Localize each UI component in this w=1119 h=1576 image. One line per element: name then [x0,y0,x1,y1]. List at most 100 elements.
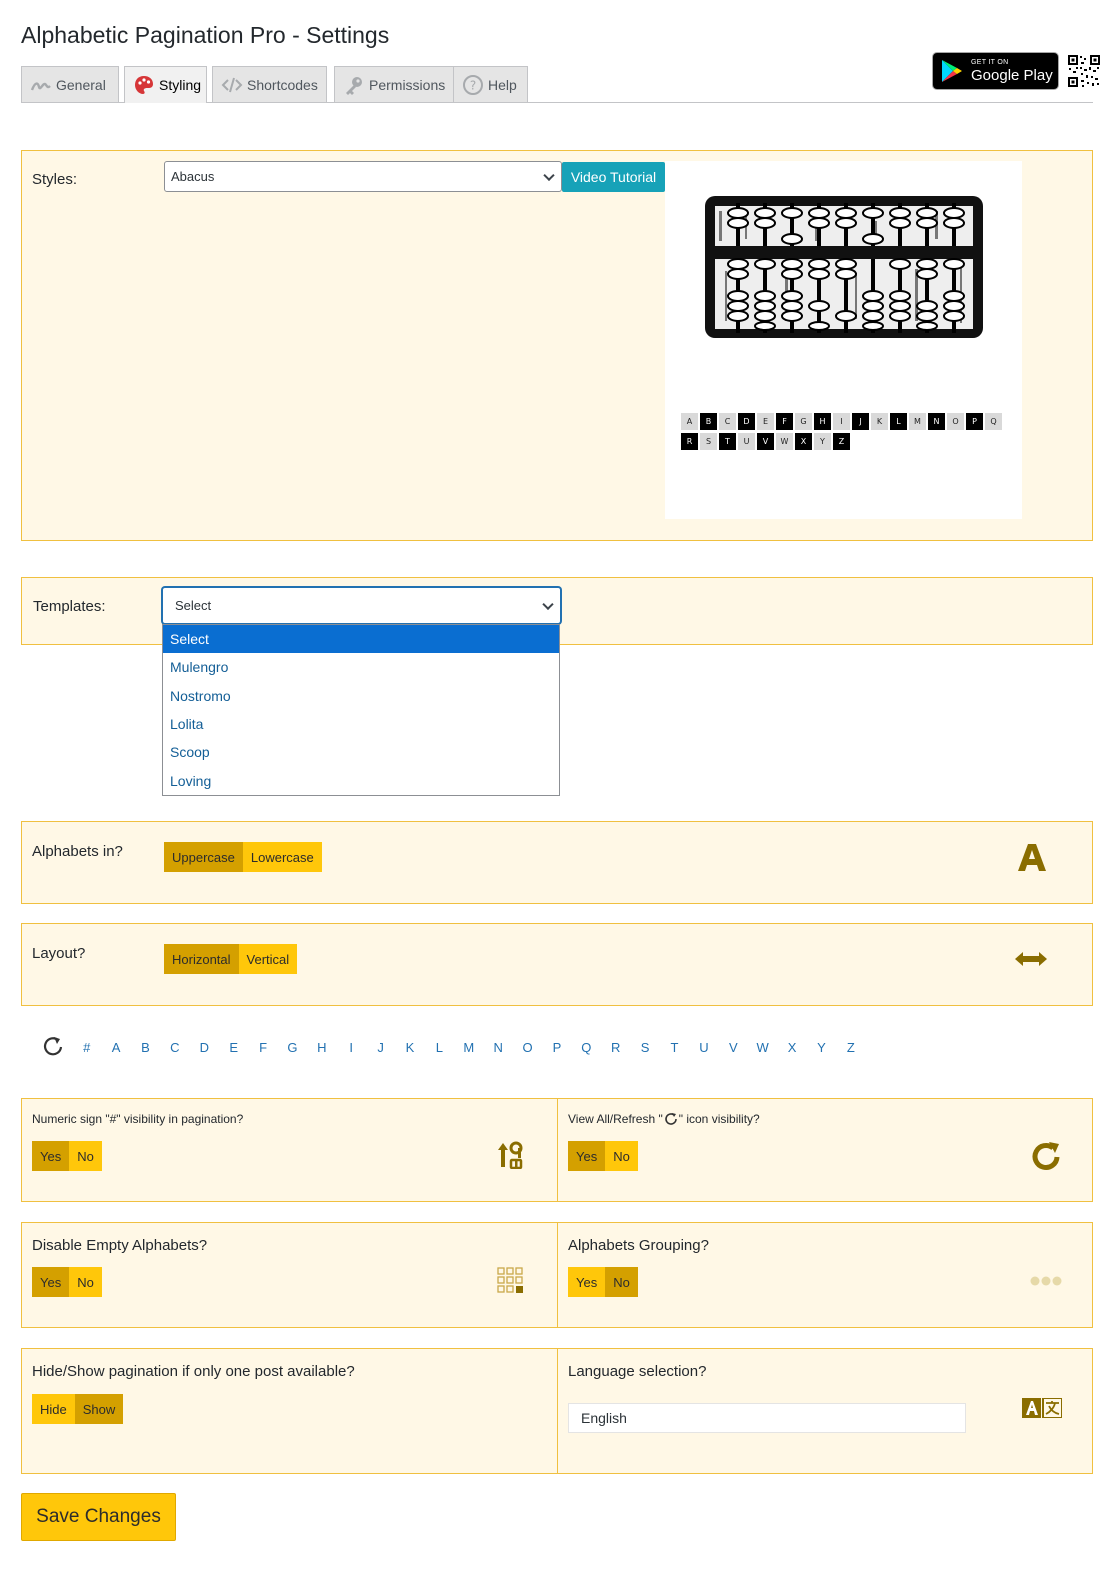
tab-label: Styling [159,77,202,93]
hide-option[interactable]: Hide [32,1394,75,1424]
numeric-sign-toggle: Yes No [32,1141,102,1171]
uppercase-option[interactable]: Uppercase [164,842,243,872]
alphabet-link[interactable]: M [454,1040,483,1055]
view-all-toggle: Yes No [568,1141,638,1171]
view-all-label: View All/Refresh " " icon visibility? [568,1112,760,1126]
alphabet-link[interactable]: C [160,1040,189,1055]
templates-option[interactable]: Lolita [163,710,559,738]
show-option[interactable]: Show [74,1394,124,1424]
chevron-down-icon [542,598,554,610]
refresh-icon[interactable] [40,1035,66,1059]
preview-letter: Z [833,433,850,450]
code-icon [221,77,243,92]
style-preview [665,161,1022,519]
alphabet-link[interactable]: U [689,1040,718,1055]
preview-letter: F [776,413,793,430]
preview-letters: ABCDEFGHIJKLMNOPQ RSTUVWXYZ [681,413,1011,453]
hide-show-label: Hide/Show pagination if only one post av… [32,1363,355,1380]
templates-option[interactable]: Loving [163,766,559,794]
qr-code-icon[interactable] [1067,54,1101,88]
alphabet-link[interactable]: O [513,1040,542,1055]
view-all-label-start: View All/Refresh " [568,1112,663,1126]
svg-text:?: ? [470,78,476,92]
preview-letter: O [947,413,964,430]
templates-dropdown: Select Mulengro Nostromo Lolita Scoop Lo… [162,624,560,796]
preview-letter: P [966,413,983,430]
no-option[interactable]: No [605,1141,638,1171]
alphabet-link[interactable]: K [395,1040,424,1055]
alphabet-link[interactable]: T [660,1040,689,1055]
alphabet-link[interactable]: W [748,1040,777,1055]
hide-show-toggle: Hide Show [32,1394,124,1424]
alphabet-link[interactable]: F [248,1040,277,1055]
disable-empty-toggle: Yes No [32,1267,102,1297]
templates-option[interactable]: Nostromo [163,682,559,710]
templates-label: Templates: [33,598,106,615]
alphabets-case-label: Alphabets in? [32,843,123,860]
yes-option[interactable]: Yes [568,1141,606,1171]
tab-general[interactable]: General [21,66,119,102]
help-icon: ? [463,74,483,95]
no-option[interactable]: No [69,1141,102,1171]
alphabet-link[interactable]: G [278,1040,307,1055]
alphabet-link[interactable]: V [719,1040,748,1055]
yes-option[interactable]: Yes [568,1267,606,1297]
templates-option[interactable]: Select [163,625,559,654]
templates-select[interactable]: Select [162,587,561,624]
no-option[interactable]: No [69,1267,102,1297]
alphabet-link[interactable]: N [483,1040,512,1055]
tab-styling[interactable]: Styling [124,66,207,103]
preview-letter: X [795,433,812,450]
alphabet-link[interactable]: # [72,1040,101,1055]
alphabet-link[interactable]: L [425,1040,454,1055]
yes-option[interactable]: Yes [32,1141,70,1171]
preview-letter: D [738,413,755,430]
letter-a-icon [1018,844,1046,871]
save-changes-button[interactable]: Save Changes [21,1493,176,1541]
alphabet-link[interactable]: S [630,1040,659,1055]
preview-letter: S [700,433,717,450]
alphabet-link[interactable]: I [337,1040,366,1055]
refresh-icon [664,1113,677,1125]
vertical-option[interactable]: Vertical [238,944,298,974]
alphabet-link[interactable]: Y [807,1040,836,1055]
alphabet-link[interactable]: D [190,1040,219,1055]
templates-select-value: Select [175,598,212,613]
google-play-badge[interactable]: GET IT ON Google Play [932,52,1059,90]
alphabet-link[interactable]: H [307,1040,336,1055]
preview-letter: A [681,413,698,430]
translate-icon [1022,1398,1062,1418]
preview-letter: J [852,413,869,430]
language-select[interactable]: English [568,1403,966,1433]
alphabet-link[interactable]: B [131,1040,160,1055]
tab-permissions[interactable]: Permissions [334,66,456,102]
horizontal-option[interactable]: Horizontal [164,944,239,974]
numeric-sign-label: Numeric sign "#" visibility in paginatio… [32,1112,244,1126]
tab-shortcodes[interactable]: Shortcodes [212,66,327,102]
preview-letter: U [738,433,755,450]
more-dots-icon [1030,1276,1062,1286]
preview-letter: V [757,433,774,450]
templates-option[interactable]: Mulengro [163,653,559,681]
tab-help[interactable]: ? Help [453,66,528,102]
palette-icon [135,76,153,94]
video-tutorial-button[interactable]: Video Tutorial [562,162,665,192]
abacus-illustration [705,196,983,338]
no-option[interactable]: No [605,1267,638,1297]
alphabet-link[interactable]: J [366,1040,395,1055]
alphabet-link[interactable]: Q [572,1040,601,1055]
alphabet-link[interactable]: R [601,1040,630,1055]
alphabet-link[interactable]: E [219,1040,248,1055]
yes-option[interactable]: Yes [32,1267,70,1297]
google-play-icon [942,60,962,82]
preview-letters-row: RSTUVWXYZ [681,433,1011,450]
preview-letter: M [909,413,926,430]
lowercase-option[interactable]: Lowercase [242,842,322,872]
alphabet-link[interactable]: P [542,1040,571,1055]
templates-option[interactable]: Scoop [163,738,559,766]
alphabet-link[interactable]: Z [836,1040,865,1055]
disable-empty-label: Disable Empty Alphabets? [32,1237,208,1254]
alphabet-link[interactable]: X [777,1040,806,1055]
alphabet-link[interactable]: A [101,1040,130,1055]
styles-select[interactable]: Abacus [164,161,562,192]
